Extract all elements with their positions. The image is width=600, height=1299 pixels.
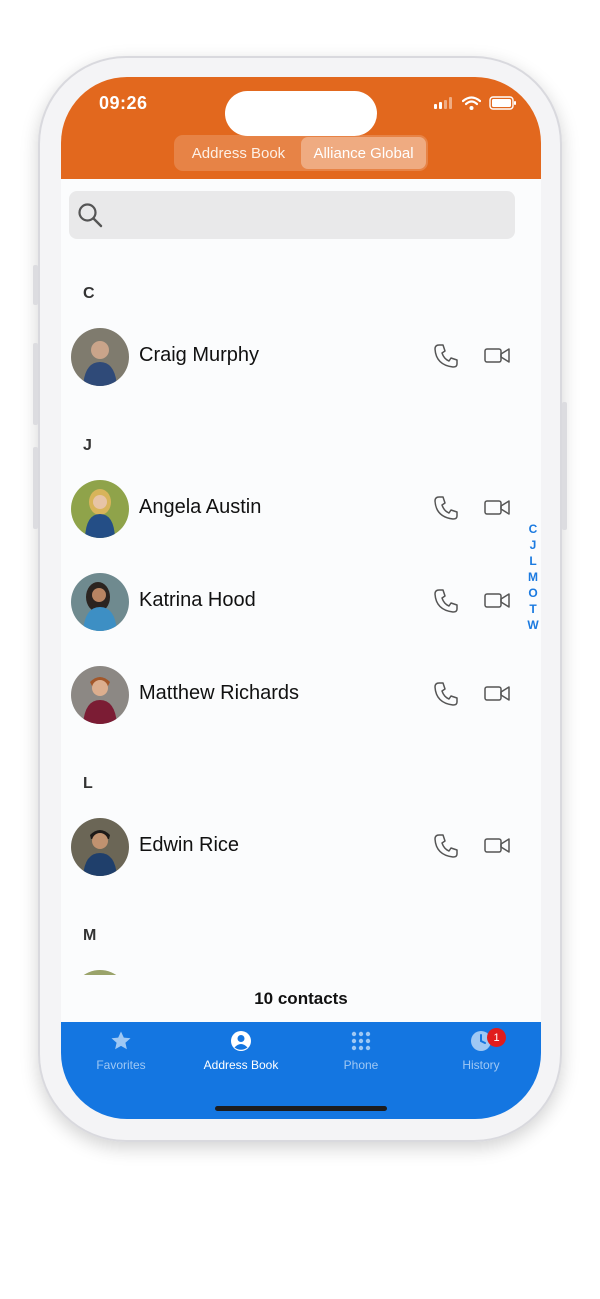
header-bar: 09:26 Address Book Alliance Global <box>61 77 541 179</box>
contact-name: Angela Austin <box>139 496 262 518</box>
tab-bar: Favorites Address Book Phone 1 History <box>61 1022 541 1119</box>
home-indicator <box>215 1106 387 1111</box>
index-letter[interactable]: W <box>527 617 538 633</box>
phone-call-icon[interactable] <box>433 588 459 614</box>
phone-call-icon[interactable] <box>433 343 459 369</box>
section-header-j: J <box>83 437 92 454</box>
segment-address-book[interactable]: Address Book <box>176 137 301 169</box>
status-time: 09:26 <box>99 93 148 113</box>
index-letter[interactable]: J <box>530 537 537 553</box>
index-letter[interactable]: L <box>529 553 536 569</box>
contact-row[interactable]: Edwin Rice <box>61 815 527 879</box>
phone-call-icon[interactable] <box>433 681 459 707</box>
contact-row[interactable]: Matthew Richards <box>61 663 527 727</box>
search-bar <box>69 191 515 239</box>
star-icon <box>111 1031 131 1050</box>
contact-row[interactable] <box>61 967 527 975</box>
video-call-icon[interactable] <box>484 682 510 704</box>
search-input[interactable] <box>109 199 503 233</box>
battery-icon <box>489 96 516 110</box>
contact-row[interactable]: Craig Murphy <box>61 325 527 389</box>
tab-history[interactable]: 1 History <box>421 1028 541 1072</box>
contact-name: Katrina Hood <box>139 589 256 611</box>
index-letter[interactable]: O <box>528 585 537 601</box>
source-segmented-control: Address Book Alliance Global <box>174 135 428 171</box>
power-button <box>562 402 567 530</box>
avatar <box>71 666 129 724</box>
contact-row[interactable]: Katrina Hood <box>61 570 527 634</box>
section-header-m: M <box>83 927 97 944</box>
contacts-count: 10 contacts <box>254 989 348 1008</box>
search-icon <box>78 203 103 228</box>
tab-address-book[interactable]: Address Book <box>181 1030 301 1072</box>
wifi-icon <box>462 96 481 110</box>
avatar <box>71 573 129 631</box>
keypad-icon <box>351 1031 371 1051</box>
phone-call-icon[interactable] <box>433 833 459 859</box>
tab-label: Address Book <box>203 1058 279 1072</box>
index-letter[interactable]: T <box>529 601 536 617</box>
video-call-icon[interactable] <box>484 344 510 366</box>
person-circle-icon <box>231 1031 251 1051</box>
mute-switch <box>33 265 38 305</box>
contact-name: Craig Murphy <box>139 344 260 366</box>
volume-down-button <box>33 447 38 529</box>
contact-row[interactable]: Angela Austin <box>61 477 527 541</box>
tab-label: History <box>462 1058 500 1072</box>
index-letter[interactable]: C <box>529 521 538 537</box>
cellular-signal-icon <box>434 97 452 109</box>
index-letter[interactable]: M <box>528 569 538 585</box>
notification-badge: 1 <box>487 1028 506 1047</box>
phone-call-icon[interactable] <box>433 495 459 521</box>
video-call-icon[interactable] <box>484 589 510 611</box>
video-call-icon[interactable] <box>484 834 510 856</box>
tab-favorites[interactable]: Favorites <box>61 1030 181 1072</box>
volume-up-button <box>33 343 38 425</box>
video-call-icon[interactable] <box>484 496 510 518</box>
alphabet-index[interactable]: C J L M O T W <box>525 521 541 633</box>
contact-name: Edwin Rice <box>139 834 240 856</box>
contacts-list: C Craig Murphy J Angela Austin Katrina H… <box>61 257 541 975</box>
avatar <box>71 970 129 975</box>
section-header-c: C <box>83 285 95 302</box>
avatar <box>71 328 129 386</box>
section-header-l: L <box>83 775 93 792</box>
screen: 09:26 Address Book Alliance Global C Cra… <box>61 77 541 1119</box>
tab-phone[interactable]: Phone <box>301 1030 421 1072</box>
tab-label: Phone <box>343 1058 379 1072</box>
contact-name: Matthew Richards <box>139 682 300 704</box>
segment-alliance-global[interactable]: Alliance Global <box>301 137 426 169</box>
avatar <box>71 480 129 538</box>
avatar <box>71 818 129 876</box>
dynamic-island <box>225 91 377 136</box>
status-icons <box>434 95 517 111</box>
tab-label: Favorites <box>96 1058 146 1072</box>
